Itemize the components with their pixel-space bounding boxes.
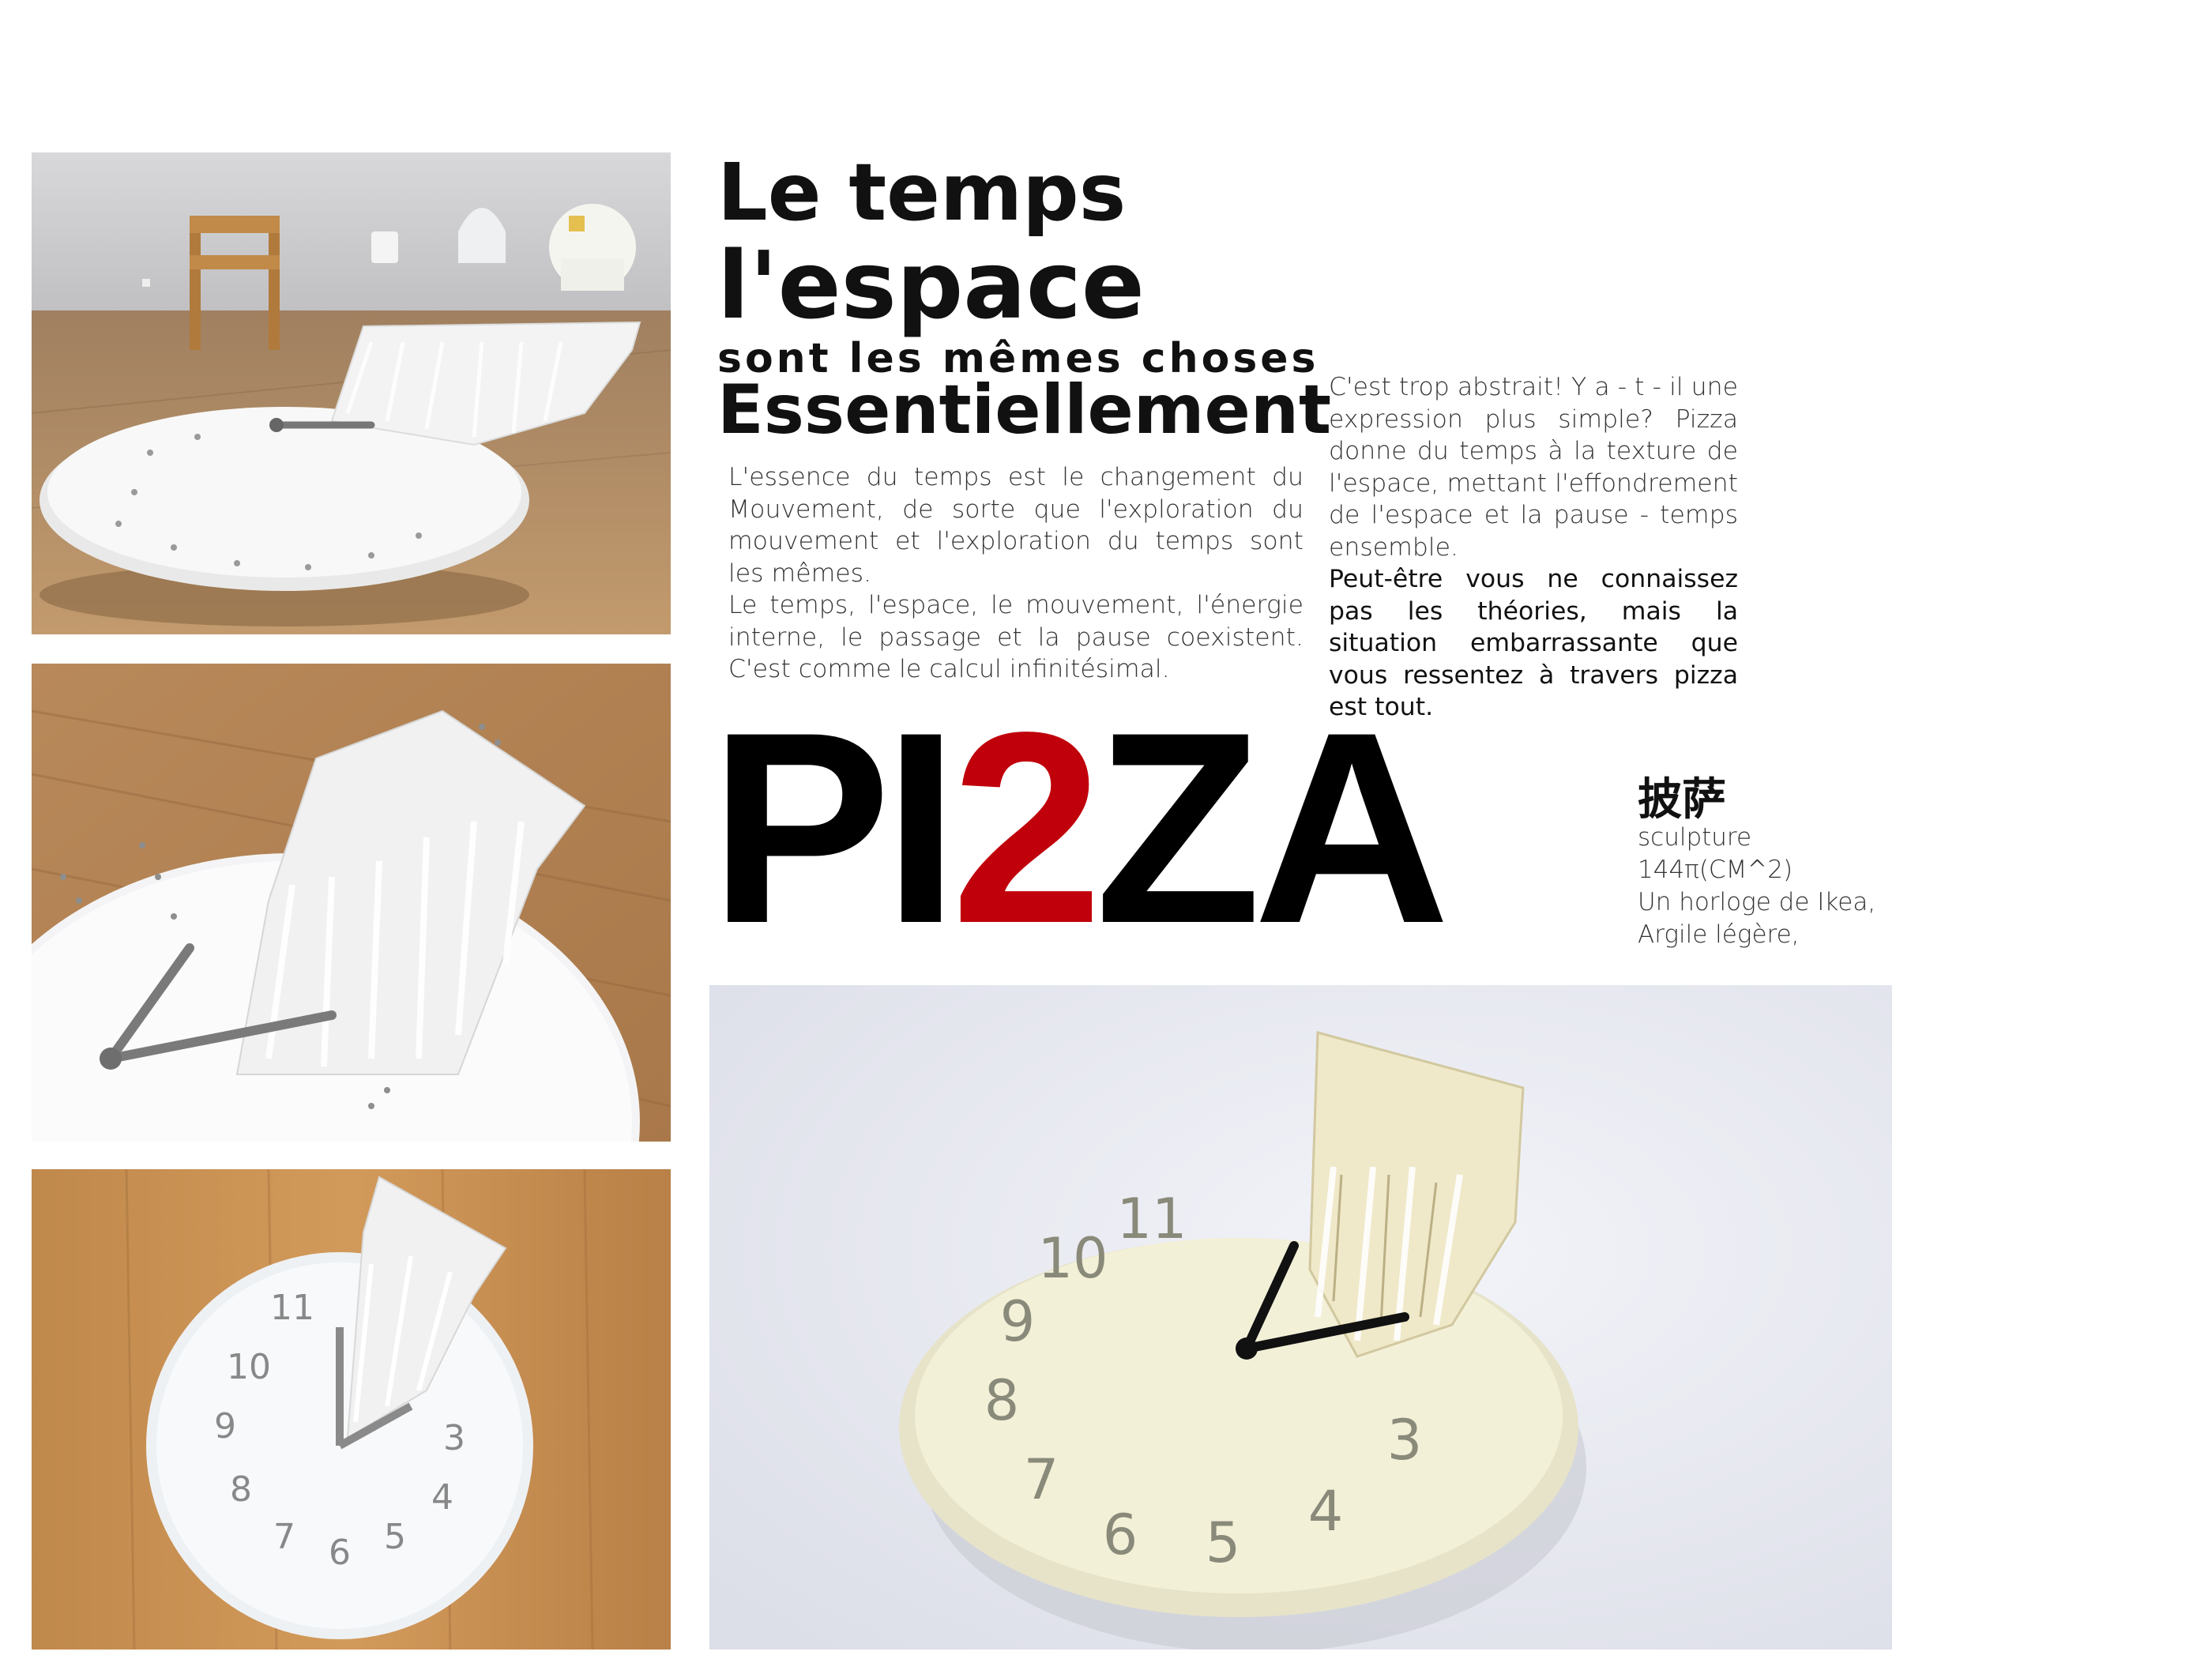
svg-text:9: 9 <box>214 1406 236 1446</box>
photo-clock-topdown: 11 10 9 876 54 3 <box>32 1169 671 1650</box>
chinese-title: 披萨 <box>1638 774 1726 826</box>
right-paragraph: C'est trop abstrait! Y a - t - il une ex… <box>1329 371 1738 724</box>
svg-text:10: 10 <box>1037 1226 1108 1291</box>
svg-text:11: 11 <box>1116 1187 1187 1251</box>
photo-clock-closeup <box>32 664 671 1142</box>
pizza-title-number: 2 <box>950 676 1103 980</box>
info-line-size: 144π(CM^2) <box>1638 856 1793 884</box>
svg-text:6: 6 <box>1103 1503 1138 1567</box>
pizza-title: PI2ZA <box>709 692 1450 965</box>
svg-text:4: 4 <box>1308 1479 1344 1544</box>
svg-text:5: 5 <box>1206 1510 1241 1575</box>
left-paragraph-1: L'essence du temps est le changement du … <box>728 463 1304 588</box>
svg-text:11: 11 <box>270 1288 314 1328</box>
headline-line-1: Le temps <box>717 146 1127 239</box>
photo-clock-table-perspective <box>32 152 671 634</box>
left-paragraph: L'essence du temps est le changement du … <box>728 461 1304 686</box>
headline-line-4: Essentiellement <box>717 371 1332 450</box>
left-paragraph-2: Le temps, l'espace, le mouvement, l'éner… <box>728 591 1304 683</box>
svg-text:9: 9 <box>1000 1289 1036 1354</box>
svg-text:8: 8 <box>230 1469 252 1510</box>
svg-text:7: 7 <box>1024 1447 1059 1512</box>
photo-clock-main: 11 10 9 876 5 43 <box>709 985 1892 1650</box>
info-line-material-2: Argile légère, <box>1638 920 1800 949</box>
svg-text:10: 10 <box>227 1347 271 1387</box>
svg-text:8: 8 <box>984 1368 1020 1433</box>
pizza-title-part-1: PI <box>709 676 959 980</box>
info-line-material-1: Un horloge de Ikea, <box>1638 888 1876 916</box>
svg-text:7: 7 <box>273 1517 295 1557</box>
right-paragraph-normal: C'est trop abstrait! Y a - t - il une ex… <box>1329 373 1738 562</box>
svg-text:3: 3 <box>443 1418 465 1458</box>
svg-text:4: 4 <box>431 1477 453 1518</box>
pizza-title-part-2: ZA <box>1094 676 1450 980</box>
svg-text:6: 6 <box>329 1533 351 1573</box>
info-line-medium: sculpture <box>1638 823 1752 852</box>
artwork-info: sculpture 144π(CM^2) Un horloge de Ikea,… <box>1638 822 1875 951</box>
svg-text:5: 5 <box>384 1517 406 1557</box>
svg-text:3: 3 <box>1387 1408 1423 1473</box>
headline-line-2: l'espace <box>717 231 1145 340</box>
